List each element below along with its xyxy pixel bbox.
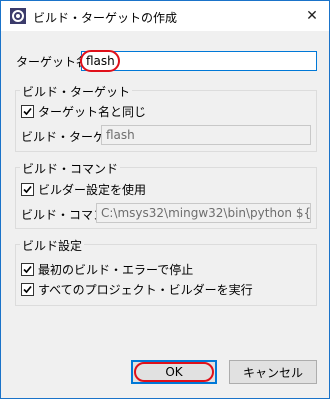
create-build-target-dialog: ビルド・ターゲットの作成 ✕ ターゲット名: flash ビルド・ターゲット タ… [0,0,330,399]
use-builder-checkbox[interactable] [21,183,34,196]
run-all-builders-checkbox-row[interactable]: すべてのプロジェクト・ビルダーを実行 [21,281,253,298]
checkmark-icon [23,185,32,194]
stop-on-error-checkbox[interactable] [21,263,34,276]
build-command-value: C:\msys32\mingw32\bin\python ${IDF_ [101,206,311,220]
title-bar: ビルド・ターゲットの作成 ✕ [1,1,329,31]
close-icon: ✕ [306,8,318,24]
ok-button[interactable]: OK [131,360,217,384]
ok-button-label: OK [165,365,183,379]
app-icon [9,7,27,25]
window-title: ビルド・ターゲットの作成 [33,11,178,25]
run-all-builders-label: すべてのプロジェクト・ビルダーを実行 [38,283,253,297]
same-as-name-label: ターゲット名と同じ [38,105,147,119]
target-name-input[interactable]: flash [81,51,317,71]
use-builder-label: ビルダー設定を使用 [38,183,147,197]
build-target-group-title: ビルド・ターゲット [20,83,133,100]
cancel-button-label: キャンセル [242,365,303,380]
build-settings-group-title: ビルド設定 [20,237,85,254]
cancel-button[interactable]: キャンセル [229,360,317,384]
stop-on-error-checkbox-row[interactable]: 最初のビルド・エラーで停止 [21,261,193,278]
checkmark-icon [23,107,32,116]
build-command-input[interactable]: C:\msys32\mingw32\bin\python ${IDF_ [96,203,311,223]
use-builder-checkbox-row[interactable]: ビルダー設定を使用 [21,181,146,198]
run-all-builders-checkbox[interactable] [21,283,34,296]
target-name-value: flash [86,54,115,68]
checkmark-icon [23,265,32,274]
build-target-input[interactable]: flash [101,125,311,145]
build-target-value: flash [106,128,135,142]
same-as-name-checkbox-row[interactable]: ターゲット名と同じ [21,103,146,120]
build-command-group-title: ビルド・コマンド [20,160,121,177]
close-button[interactable]: ✕ [295,1,329,31]
checkmark-icon [23,285,32,294]
same-as-name-checkbox[interactable] [21,105,34,118]
stop-on-error-label: 最初のビルド・エラーで停止 [38,263,194,277]
